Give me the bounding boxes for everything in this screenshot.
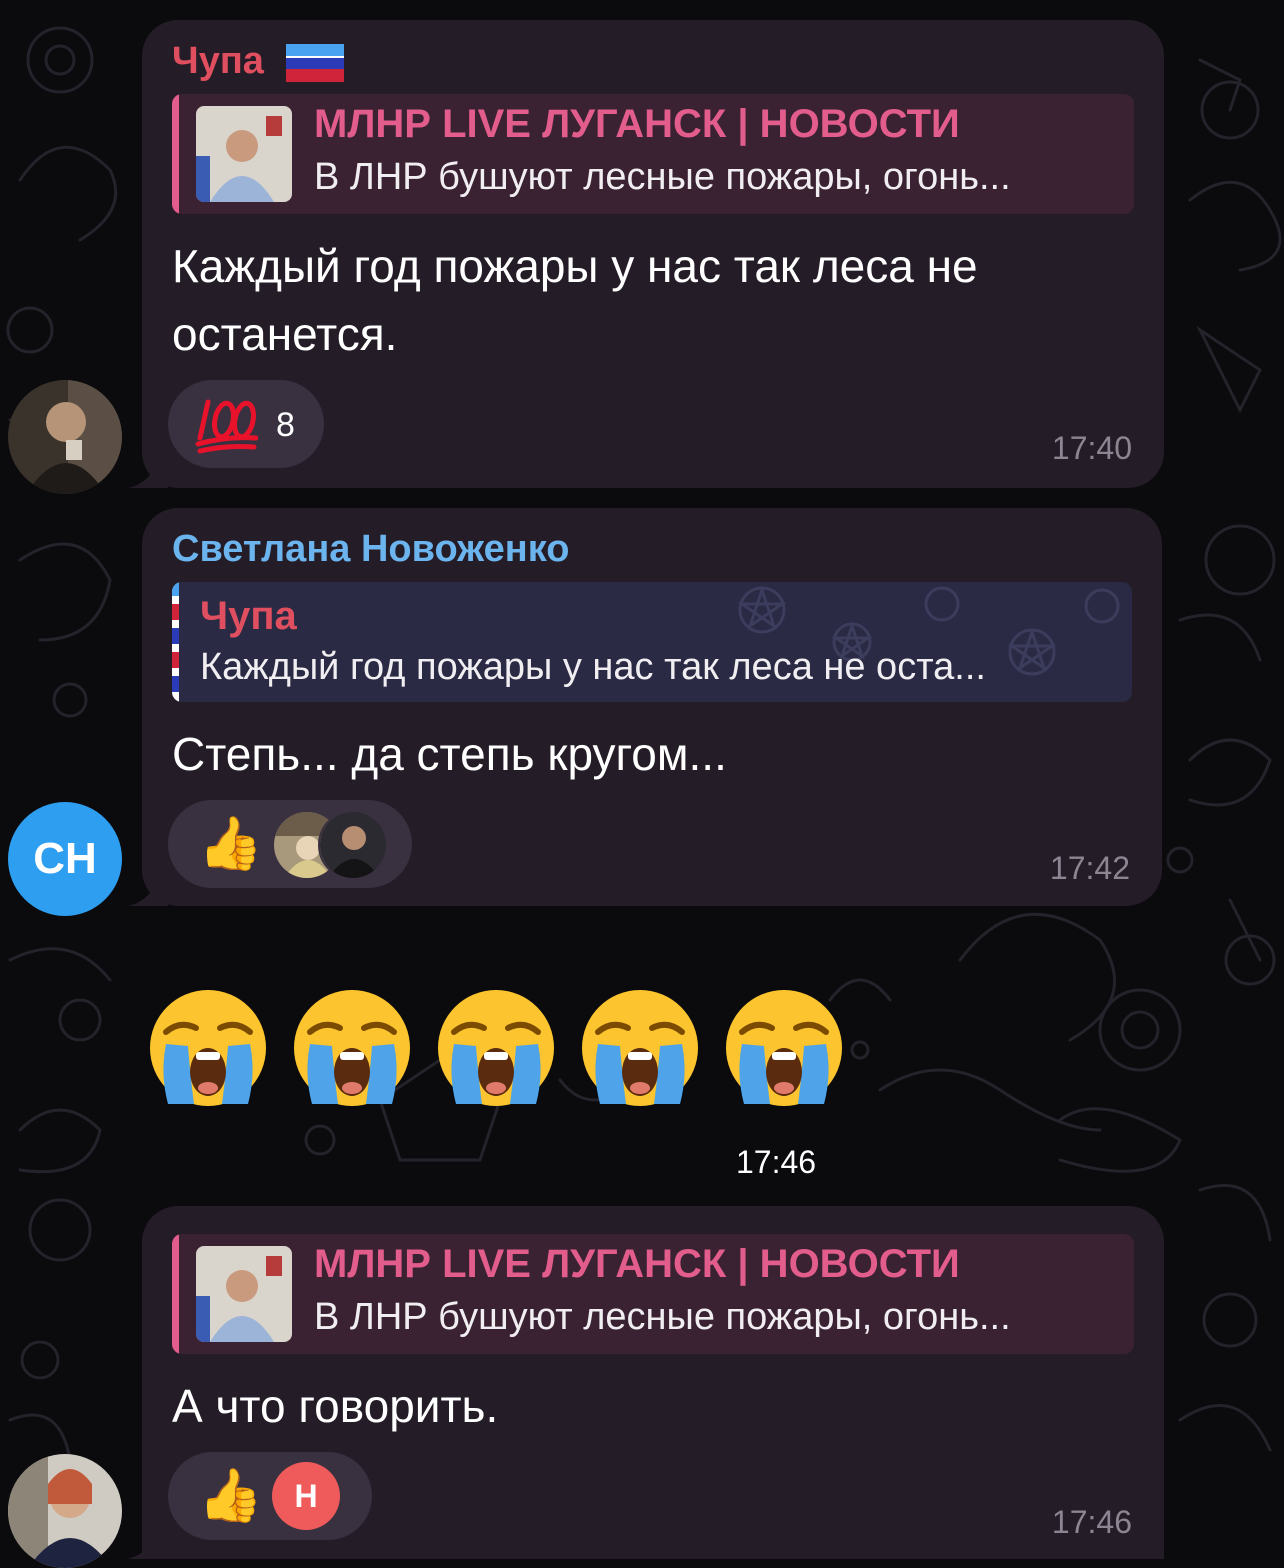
- reply-quote-title: МЛНР LIVE ЛУГАНСК | НОВОСТИ: [314, 1242, 960, 1286]
- loudly-crying-face-icon: [294, 990, 410, 1106]
- reply-quote[interactable]: МЛНР LIVE ЛУГАНСК | НОВОСТИ В ЛНР бушуют…: [172, 94, 1134, 214]
- reply-quote-title: Чупа: [200, 594, 297, 638]
- reactor-avatar: Н: [272, 1462, 340, 1530]
- reply-quote-text: В ЛНР бушуют лесные пожары, огонь...: [314, 156, 1011, 198]
- message-bubble[interactable]: Светлана Новоженко Чупа Каждый год пожар…: [142, 508, 1162, 906]
- reply-quote-bar: [172, 94, 179, 214]
- reaction-chip[interactable]: 8: [168, 380, 324, 468]
- reaction-chip[interactable]: 👍: [168, 800, 412, 888]
- flag-lnr-icon: [286, 44, 344, 82]
- emoji-message[interactable]: 17:46: [140, 980, 860, 1180]
- loudly-crying-face-icon: [438, 990, 554, 1106]
- sender-name-text[interactable]: Чупа: [172, 40, 264, 82]
- message-time: 17:46: [736, 1144, 817, 1180]
- message-bubble[interactable]: МЛНР LIVE ЛУГАНСК | НОВОСТИ В ЛНР бушуют…: [142, 1206, 1164, 1559]
- reply-quote-text: Каждый год пожары у нас так леса не оста…: [200, 646, 986, 688]
- loudly-crying-face-icon: [582, 990, 698, 1106]
- loudly-crying-face-icon: [726, 990, 842, 1106]
- reply-quote-bar: [172, 582, 179, 702]
- reaction-count: 8: [276, 406, 295, 444]
- reply-quote-title: МЛНР LIVE ЛУГАНСК | НОВОСТИ: [314, 102, 960, 146]
- channel-photo-thumbnail: [196, 106, 292, 202]
- reactor-avatar-initial: Н: [294, 1478, 318, 1514]
- message-time: 17:46: [1051, 1504, 1132, 1540]
- user-avatar[interactable]: СН: [8, 802, 122, 916]
- avatar-initials: СН: [33, 834, 97, 883]
- message-bubble[interactable]: Чупа МЛНР LIVE ЛУГАНСК | НОВОСТИ В ЛНР б…: [142, 20, 1164, 488]
- loudly-crying-face-icon: [150, 990, 266, 1106]
- reply-quote-text: В ЛНР бушуют лесные пожары, огонь...: [314, 1296, 1011, 1338]
- thumbs-up-icon: 👍: [198, 815, 263, 873]
- message-text: А что говорить.: [172, 1380, 499, 1432]
- sender-name[interactable]: Чупа: [172, 40, 264, 83]
- reaction-chip[interactable]: 👍 Н: [168, 1452, 372, 1540]
- user-avatar[interactable]: [8, 380, 122, 494]
- user-avatar[interactable]: [8, 1454, 122, 1568]
- channel-photo-thumbnail: [196, 1246, 292, 1342]
- sender-name[interactable]: Светлана Новоженко: [172, 528, 569, 571]
- reply-quote-bar: [172, 1234, 179, 1354]
- thumbs-up-icon: 👍: [198, 1467, 263, 1525]
- reply-quote[interactable]: Чупа Каждый год пожары у нас так леса не…: [172, 582, 1132, 702]
- message-time: 17:40: [1051, 430, 1132, 466]
- message-time: 17:42: [1049, 850, 1130, 886]
- reactor-avatar: [318, 810, 388, 880]
- message-text: Каждый год пожары у нас так леса не оста…: [172, 240, 978, 360]
- hundred-points-icon: [195, 399, 258, 454]
- message-text: Степь... да степь кругом...: [172, 728, 727, 780]
- reply-quote[interactable]: МЛНР LIVE ЛУГАНСК | НОВОСТИ В ЛНР бушуют…: [172, 1234, 1134, 1354]
